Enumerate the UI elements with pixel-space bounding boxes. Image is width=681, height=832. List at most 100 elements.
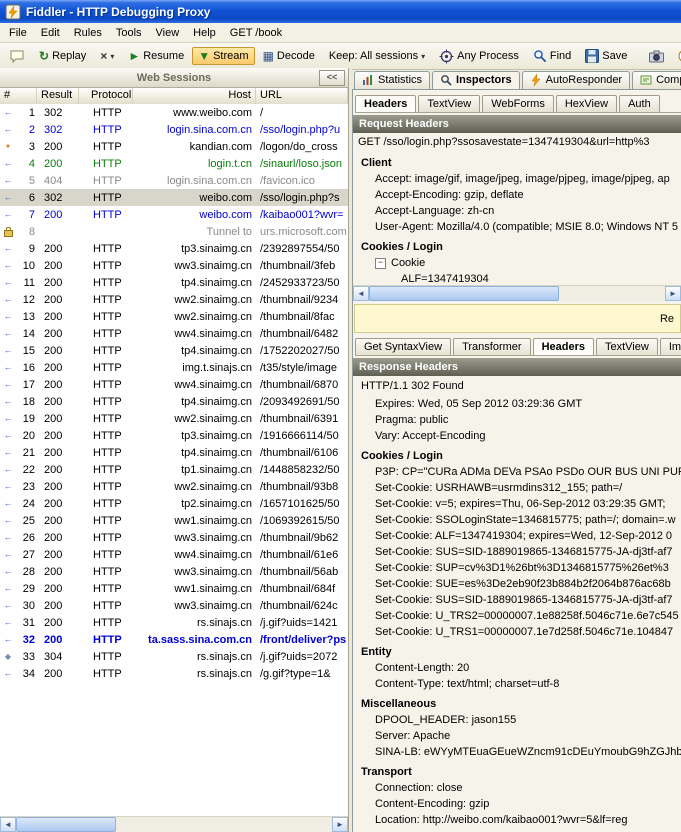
session-arrow-icon: ← [2,514,14,527]
column-header-protocol[interactable]: Protocol [79,88,133,105]
session-row[interactable]: 8Tunnel tours.microsoft.com [0,223,348,240]
tab-label: WebForms [491,98,545,110]
session-row[interactable]: ←2302HTTPlogin.sina.com.cn/sso/login.php… [0,121,348,138]
session-row[interactable]: ←24200HTTPtp2.sinaimg.cn/1657101625/50 [0,495,348,512]
session-row[interactable]: ←7200HTTPweibo.com/kaibao001?wvr= [0,206,348,223]
session-row[interactable]: ←25200HTTPww1.sinaimg.cn/1069392615/50 [0,512,348,529]
session-host: tp4.sinaimg.cn [133,447,256,459]
session-row[interactable]: ←26200HTTPww3.sinaimg.cn/thumbnail/9b62 [0,529,348,546]
tab-comp[interactable]: Comp [632,71,681,89]
session-host: ww3.sinaimg.cn [133,260,256,272]
session-row[interactable]: ←17200HTTPww4.sinaimg.cn/thumbnail/6870 [0,376,348,393]
any-process-button[interactable]: Any Process [433,46,525,67]
scrollbar-thumb[interactable] [16,817,116,832]
session-id: 22 [14,464,35,476]
menu-item-view[interactable]: View [149,25,187,41]
scroll-right-arrow[interactable]: ► [332,817,348,832]
session-row[interactable]: ←13200HTTPww2.sinaimg.cn/thumbnail/8fac [0,308,348,325]
request-tab-auth[interactable]: Auth [619,95,660,112]
tab-statistics[interactable]: Statistics [354,71,430,89]
session-row[interactable]: ←20200HTTPtp3.sinaimg.cn/1916666114/50 [0,427,348,444]
replay-button[interactable]: ↻ Replay [33,47,92,65]
menu-item-file[interactable]: File [2,25,34,41]
save-button[interactable]: Save [579,46,633,66]
request-tab-headers[interactable]: Headers [355,95,416,113]
session-row[interactable]: ←14200HTTPww4.sinaimg.cn/thumbnail/6482 [0,325,348,342]
title-bar[interactable]: Fiddler - HTTP Debugging Proxy [0,0,681,23]
decode-button[interactable]: ▦ Decode [257,47,321,65]
scroll-left-arrow[interactable]: ◄ [353,286,369,301]
session-row[interactable]: ←10200HTTPww3.sinaimg.cn/thumbnail/3feb [0,257,348,274]
session-row[interactable]: ←12200HTTPww2.sinaimg.cn/thumbnail/9234 [0,291,348,308]
sessions-hscrollbar[interactable]: ◄ ► [0,816,348,832]
session-row[interactable]: ←32200HTTPta.sass.sina.com.cn/front/deli… [0,631,348,648]
tab-autoresponder[interactable]: AutoResponder [522,71,630,89]
header-item: Location: http://weibo.com/kaibao001?wvr… [353,812,681,828]
response-tab-im[interactable]: Im [660,338,681,355]
session-row[interactable]: ◆33304HTTPrs.sinajs.cn/j.gif?uids=2072 [0,648,348,665]
session-row[interactable]: ←30200HTTPww3.sinaimg.cn/thumbnail/624c [0,597,348,614]
session-row[interactable]: ←6302HTTPweibo.com/sso/login.php?s [0,189,348,206]
session-row[interactable]: ←23200HTTPww2.sinaimg.cn/thumbnail/93b8 [0,478,348,495]
request-tab-textview[interactable]: TextView [418,95,480,112]
menu-item-rules[interactable]: Rules [67,25,109,41]
menu-item-edit[interactable]: Edit [34,25,67,41]
response-notice-bar[interactable]: Re [354,304,681,333]
session-row[interactable]: ←27200HTTPww4.sinaimg.cn/thumbnail/61e6 [0,546,348,563]
find-button[interactable]: Find [527,46,577,66]
session-row[interactable]: ←11200HTTPtp4.sinaimg.cn/2452933723/50 [0,274,348,291]
session-row[interactable]: ←34200HTTPrs.sinajs.cn/g.gif?type=1& [0,665,348,682]
scroll-left-arrow[interactable]: ◄ [0,817,16,832]
remove-sessions-button[interactable]: × ▾ [94,47,120,65]
menu-item-tools[interactable]: Tools [109,25,149,41]
session-result: 200 [37,294,79,306]
column-header-host[interactable]: Host [133,88,256,105]
session-row[interactable]: ←1302HTTPwww.weibo.com/ [0,104,348,121]
request-tab-webforms[interactable]: WebForms [482,95,554,112]
column-header-url[interactable]: URL [256,88,348,105]
session-row[interactable]: ←28200HTTPww3.sinaimg.cn/thumbnail/56ab [0,563,348,580]
collapse-toggle-icon[interactable]: − [375,258,386,269]
session-row[interactable]: ←21200HTTPtp4.sinaimg.cn/thumbnail/6106 [0,444,348,461]
scroll-right-arrow[interactable]: ► [665,286,681,301]
session-row[interactable]: ←9200HTTPtp3.sinaimg.cn/2392897554/50 [0,240,348,257]
session-protocol: HTTP [79,396,133,408]
stream-toggle-button[interactable]: ▼ Stream [192,47,254,65]
session-row[interactable]: ←29200HTTPww1.sinaimg.cn/thumbnail/684f [0,580,348,597]
menu-item-get-book[interactable]: GET /book [223,25,289,41]
session-row[interactable]: ←31200HTTPrs.sinajs.cn/j.gif?uids=1421 [0,614,348,631]
response-tab-headers[interactable]: Headers [533,338,594,356]
session-protocol: HTTP [79,481,133,493]
session-host: img.t.sinajs.cn [133,362,256,374]
session-result: 200 [37,583,79,595]
header-item: Accept-Language: zh-cn [353,203,681,219]
keep-sessions-dropdown[interactable]: Keep: All sessions ▾ [323,47,431,65]
session-row[interactable]: ←4200HTTPlogin.t.cn/sinaurl/loso.json [0,155,348,172]
resume-button[interactable]: ► Resume [122,47,190,65]
request-tab-hexview[interactable]: HexView [556,95,617,112]
timer-button[interactable] [672,46,681,66]
session-row[interactable]: ←22200HTTPtp1.sinaimg.cn/1448858232/50 [0,461,348,478]
session-row[interactable]: ●3200HTTPkandian.com/logon/do_cross [0,138,348,155]
column-header-result[interactable]: Result [37,88,79,105]
column-header-num[interactable]: # [0,88,37,105]
session-host: tp3.sinaimg.cn [133,430,256,442]
session-row[interactable]: ←18200HTTPtp4.sinaimg.cn/2093492691/50 [0,393,348,410]
request-hscrollbar[interactable]: ◄ ► [353,285,681,301]
menu-item-help[interactable]: Help [186,25,223,41]
screenshot-button[interactable] [643,47,670,66]
session-result: 200 [37,617,79,629]
response-tab-textview[interactable]: TextView [596,338,658,355]
session-url: /2392897554/50 [256,243,348,255]
session-row[interactable]: ←15200HTTPtp4.sinaimg.cn/1752202027/50 [0,342,348,359]
session-row[interactable]: ←5404HTTPlogin.sina.com.cn/favicon.ico [0,172,348,189]
collapse-panel-button[interactable]: << [319,70,345,86]
scrollbar-thumb[interactable] [369,286,559,301]
session-row[interactable]: ←16200HTTPimg.t.sinajs.cn/t35/style/imag… [0,359,348,376]
comment-button[interactable] [3,45,31,67]
response-tab-transformer[interactable]: Transformer [453,338,531,355]
session-row[interactable]: ←19200HTTPww2.sinaimg.cn/thumbnail/6391 [0,410,348,427]
tab-inspectors[interactable]: Inspectors [432,71,520,90]
response-tab-get-syntaxview[interactable]: Get SyntaxView [355,338,451,355]
session-result: 200 [37,566,79,578]
